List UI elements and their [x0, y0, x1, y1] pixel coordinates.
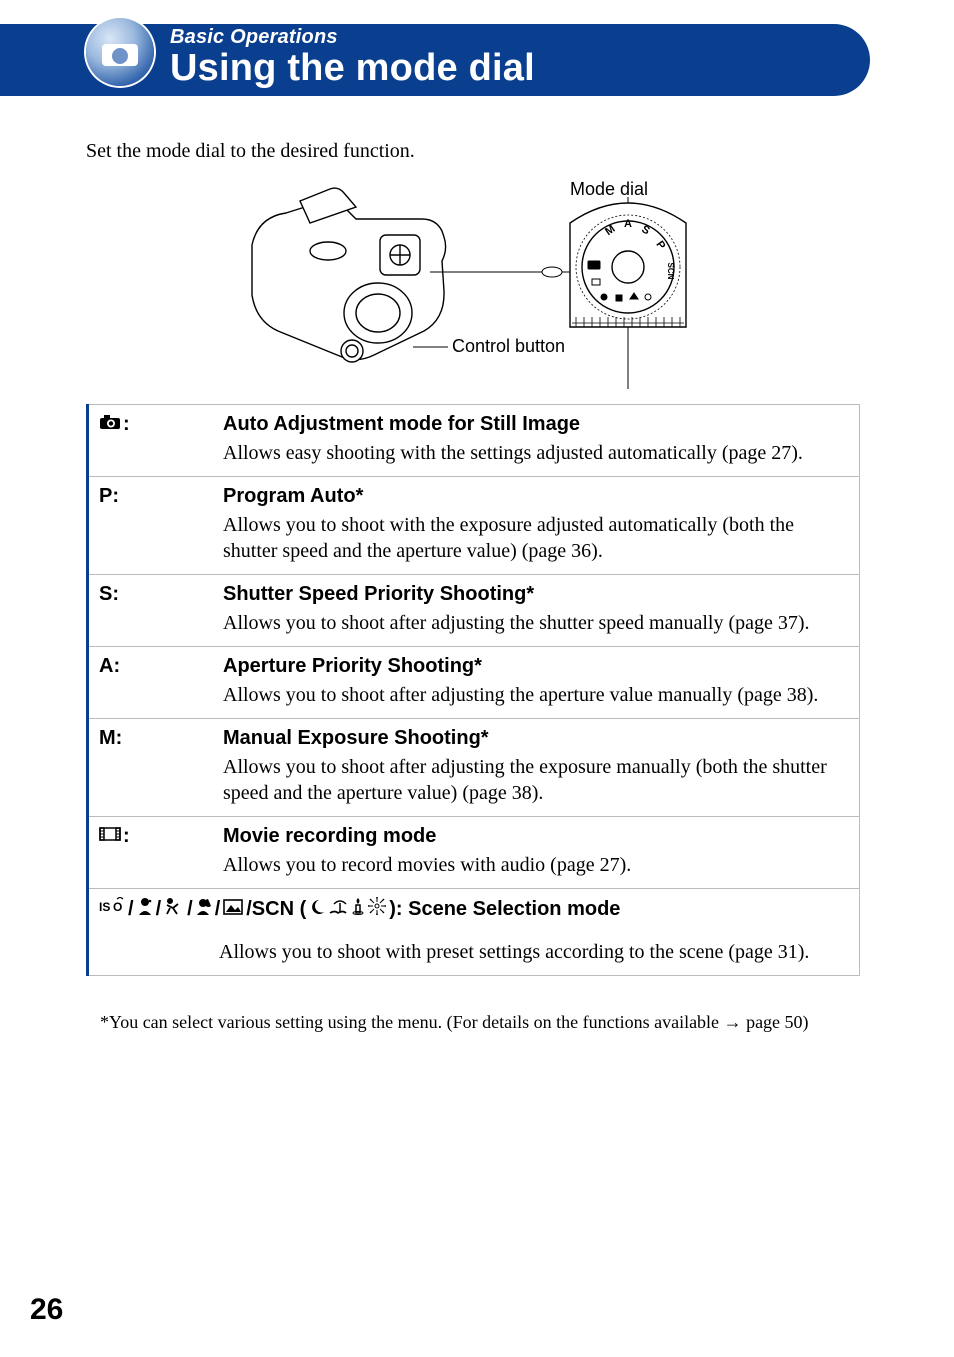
mode-title-m: Manual Exposure Shooting* — [223, 727, 847, 750]
mode-desc-m: Allows you to shoot after adjusting the … — [223, 754, 847, 806]
sports-icon — [164, 897, 184, 921]
moon-icon — [309, 898, 325, 921]
page: Basic Operations Using the mode dial Set… — [0, 0, 954, 1357]
camera-icon — [99, 413, 121, 436]
page-title: Using the mode dial — [170, 47, 535, 90]
portrait-icon — [137, 897, 153, 921]
beach-icon — [328, 898, 348, 921]
mode-title-auto: Auto Adjustment mode for Still Image — [223, 413, 847, 436]
camera-diagram: M A S P SCN Mode dia — [230, 175, 700, 390]
arrow-icon: → — [724, 1012, 742, 1032]
header-text-group: Basic Operations Using the mode dial — [170, 26, 535, 90]
svg-text:IS: IS — [99, 900, 110, 914]
scene-desc: Allows you to shoot with preset settings… — [219, 939, 847, 965]
fireworks-icon — [368, 897, 386, 921]
mode-title-p: Program Auto* — [223, 485, 847, 508]
footnote-after: page 50) — [742, 1012, 809, 1032]
intro-text: Set the mode dial to the desired functio… — [86, 140, 415, 163]
page-number: 26 — [30, 1293, 63, 1327]
dial-letter-A: A — [624, 218, 632, 230]
mode-row-a: A: Aperture Priority Shooting* Allows yo… — [89, 646, 859, 718]
mode-desc-movie: Allows you to record movies with audio (… — [223, 852, 847, 878]
dial-letter-SCN: SCN — [666, 263, 675, 280]
mode-row-m: M: Manual Exposure Shooting* Allows you … — [89, 718, 859, 816]
candle-icon — [351, 897, 365, 921]
mode-symbol-auto: : — [99, 413, 219, 436]
footnote-before: *You can select various setting using th… — [100, 1012, 724, 1032]
mode-title-movie: Movie recording mode — [223, 825, 847, 848]
mode-desc-a: Allows you to shoot after adjusting the … — [223, 682, 847, 708]
footnote: *You can select various setting using th… — [100, 1012, 860, 1033]
mode-title-s: Shutter Speed Priority Shooting* — [223, 583, 847, 606]
film-icon — [99, 825, 121, 848]
mode-symbol-a: A: — [99, 655, 219, 678]
mode-desc-auto: Allows easy shooting with the settings a… — [223, 440, 847, 466]
mode-row-movie: : Movie recording mode Allows you to rec… — [89, 816, 859, 888]
mode-colon-auto: : — [123, 413, 130, 436]
mode-title-a: Aperture Priority Shooting* — [223, 655, 847, 678]
label-control-button: Control button — [452, 336, 565, 357]
iso-icon: ISO — [99, 897, 125, 921]
mode-row-scene: ISO / / / / — [89, 888, 859, 976]
mode-colon-movie: : — [123, 825, 130, 848]
mode-desc-s: Allows you to shoot after adjusting the … — [223, 610, 847, 636]
scene-scn-text: /SCN ( — [246, 898, 306, 921]
twilight-portrait-icon — [196, 897, 212, 921]
mode-row-s: S: Shutter Speed Priority Shooting* Allo… — [89, 574, 859, 646]
modes-table: : Auto Adjustment mode for Still Image A… — [86, 404, 860, 976]
camera-diagram-svg: M A S P SCN — [230, 175, 700, 395]
landscape-icon — [223, 898, 243, 921]
mode-row-auto: : Auto Adjustment mode for Still Image A… — [89, 404, 859, 476]
mode-symbol-p: P: — [99, 485, 219, 508]
mode-symbol-m: M: — [99, 727, 219, 750]
header-eyebrow: Basic Operations — [170, 26, 535, 49]
mode-symbol-movie: : — [99, 825, 219, 848]
header-camera-icon — [86, 18, 154, 86]
scene-head: ISO / / / / — [99, 897, 620, 921]
mode-symbol-s: S: — [99, 583, 219, 606]
scene-close-text: ): Scene Selection mode — [389, 898, 620, 921]
svg-text:O: O — [113, 900, 122, 914]
mode-row-p: P: Program Auto* Allows you to shoot wit… — [89, 476, 859, 574]
label-mode-dial: Mode dial — [570, 179, 648, 200]
mode-desc-p: Allows you to shoot with the exposure ad… — [223, 512, 847, 564]
